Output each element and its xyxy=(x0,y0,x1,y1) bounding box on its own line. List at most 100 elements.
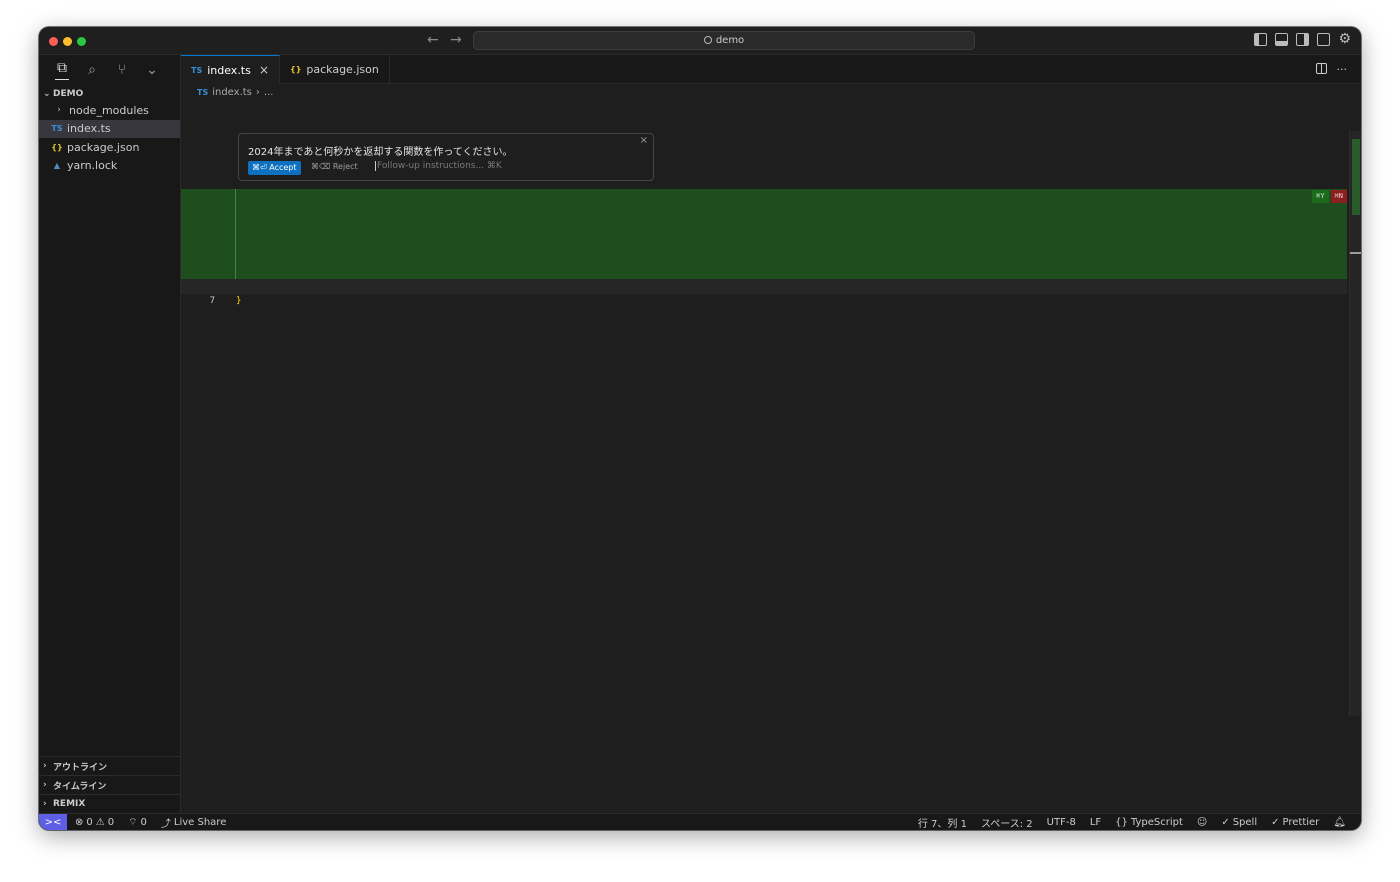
sidebar-bottom-sections: › アウトライン › タイムライン › REMIX xyxy=(39,756,180,813)
close-window-button[interactable] xyxy=(49,37,58,46)
explorer-root-label: DEMO xyxy=(53,88,84,99)
timeline-section[interactable]: › タイムライン xyxy=(39,775,180,794)
code-line: 6 } xyxy=(181,264,1347,306)
tree-item-package-json[interactable]: {} package.json xyxy=(39,138,180,157)
cursor-position[interactable]: 行 7、列 1 xyxy=(911,815,974,830)
section-label: タイムライン xyxy=(53,781,107,792)
tab-bar: TS index.ts × {} package.json ··· xyxy=(181,55,1361,84)
line-number: 7 xyxy=(209,296,215,306)
json-file-icon: {} xyxy=(290,65,302,74)
broadcast-icon: ⌔ xyxy=(128,816,138,828)
language-label: TypeScript xyxy=(1130,816,1183,828)
breadcrumb-rest[interactable]: ... xyxy=(264,87,274,98)
maximize-window-button[interactable] xyxy=(77,37,86,46)
minimize-window-button[interactable] xyxy=(63,37,72,46)
scrollbar-diff-marker xyxy=(1352,139,1360,215)
chevron-right-icon: › xyxy=(57,105,61,116)
live-share-icon: ⤴ xyxy=(160,818,171,830)
split-editor-icon[interactable] xyxy=(1315,63,1327,74)
copilot-icon[interactable]: ☺ xyxy=(1190,817,1214,828)
tree-item-label: index.ts xyxy=(67,122,111,136)
more-actions-icon[interactable]: ··· xyxy=(1337,63,1348,76)
toggle-primary-sidebar-icon[interactable] xyxy=(1254,33,1268,46)
tab-index-ts[interactable]: TS index.ts × xyxy=(181,55,280,84)
toggle-panel-icon[interactable] xyxy=(1275,33,1289,46)
close-icon[interactable]: × xyxy=(640,135,648,146)
code-line: 2 const now = new Date(); xyxy=(181,204,1347,249)
spell-check[interactable]: ✓ Spell xyxy=(1214,817,1264,828)
tree-item-label: node_modules xyxy=(69,103,149,117)
warning-count: 0 xyxy=(107,816,115,828)
scrollbar-cursor-marker xyxy=(1350,252,1361,254)
problems-indicator[interactable]: ⊗ 0 ⚠ 0 xyxy=(67,817,121,828)
reject-diff-button[interactable]: ⌘N xyxy=(1330,190,1347,203)
warning-icon: ⚠ xyxy=(95,816,105,828)
accept-diff-button[interactable]: ⌘Y xyxy=(1312,190,1329,203)
language-mode[interactable]: {} TypeScript xyxy=(1108,817,1190,828)
end-of-line[interactable]: LF xyxy=(1083,817,1108,828)
status-bar: >< ⊗ 0 ⚠ 0 ⌔ 0 ⤴ Live Share 行 7、列 1 スペース: 2 … xyxy=(39,813,1361,830)
section-label: REMIX xyxy=(53,799,86,809)
braces-icon: {} xyxy=(1115,816,1128,828)
remix-section[interactable]: › REMIX xyxy=(39,794,180,813)
followup-input[interactable]: Follow-up instructions... ⌘K xyxy=(375,161,502,171)
section-label: アウトライン xyxy=(53,762,108,773)
status-bar-right: 行 7、列 1 スペース: 2 UTF-8 LF {} TypeScript ☺ … xyxy=(911,815,1361,830)
check-icon: ✓ xyxy=(1221,816,1230,828)
outline-section[interactable]: › アウトライン xyxy=(39,756,180,775)
ports-count: 0 xyxy=(140,816,147,828)
tab-package-json[interactable]: {} package.json xyxy=(280,55,390,84)
source-control-icon[interactable]: ⑂ xyxy=(115,62,129,78)
code-line: 1 const secondsUntil2024 = () => { ⌘Y ⌘N xyxy=(181,189,1347,231)
breadcrumb-file[interactable]: index.ts xyxy=(212,87,252,98)
activity-bar: ⧉ ⌕ ⑂ ⌄ xyxy=(39,55,180,85)
tab-label: package.json xyxy=(306,63,379,76)
toggle-secondary-sidebar-icon[interactable] xyxy=(1296,33,1310,46)
tree-item-index-ts[interactable]: TS index.ts xyxy=(39,119,180,138)
tree-item-yarn-lock[interactable]: ▲ yarn.lock xyxy=(39,157,180,176)
code-editor[interactable]: 1 const secondsUntil2024 = () => { ⌘Y ⌘N… xyxy=(181,189,1347,306)
chevron-right-icon: › xyxy=(255,87,260,98)
editor-area: TS index.ts × {} package.json ··· TS ind… xyxy=(181,55,1361,813)
chevron-down-icon[interactable]: ⌄ xyxy=(145,62,159,78)
accept-button[interactable]: ⌘⏎ Accept xyxy=(248,161,301,175)
json-file-icon: {} xyxy=(51,142,63,152)
inline-chat-widget: 2024年まであと何秒かを返却する関数を作ってください。 × ⌘⏎ Accept… xyxy=(238,133,654,181)
ports-indicator[interactable]: ⌔ 0 xyxy=(121,816,154,829)
inline-chat-prompt: 2024年まであと何秒かを返却する関数を作ってください。 xyxy=(248,147,513,158)
encoding[interactable]: UTF-8 xyxy=(1040,817,1083,828)
double-check-icon: ✓ xyxy=(1271,816,1280,828)
explorer-icon[interactable]: ⧉ xyxy=(55,60,69,80)
live-share-button[interactable]: ⤴ Live Share xyxy=(154,815,233,830)
customize-layout-icon[interactable] xyxy=(1317,33,1331,46)
search-icon[interactable]: ⌕ xyxy=(85,62,99,78)
workspace-title: demo xyxy=(715,35,745,46)
search-icon xyxy=(703,36,712,44)
bell-icon[interactable]: 🔔︎ xyxy=(1326,817,1353,828)
remote-indicator[interactable]: >< xyxy=(39,813,67,830)
tree-item-node-modules[interactable]: › node_modules xyxy=(39,101,180,120)
tree-item-label: package.json xyxy=(67,140,140,154)
back-arrow-icon[interactable]: ← xyxy=(427,32,439,48)
code-line: 3 const year2024 = new Date('2024-01-01T… xyxy=(181,219,1347,264)
vertical-scrollbar[interactable] xyxy=(1349,131,1361,716)
chevron-right-icon: › xyxy=(43,780,47,790)
close-icon[interactable]: × xyxy=(259,63,269,77)
code-line: 7 xyxy=(181,279,1347,306)
error-icon: ⊗ xyxy=(75,816,84,828)
gear-icon[interactable]: ⚙ xyxy=(1338,32,1351,46)
prettier-status[interactable]: ✓ Prettier xyxy=(1264,817,1326,828)
tree-item-label: yarn.lock xyxy=(67,159,118,173)
prettier-label: Prettier xyxy=(1282,816,1320,828)
indentation[interactable]: スペース: 2 xyxy=(974,815,1040,830)
typescript-file-icon: TS xyxy=(51,124,63,134)
explorer-root[interactable]: ⌄ DEMO xyxy=(39,86,180,101)
layout-controls: ⚙ xyxy=(1254,32,1351,46)
typescript-file-icon: TS xyxy=(197,88,209,97)
code-text: } xyxy=(236,296,242,306)
forward-arrow-icon[interactable]: → xyxy=(450,32,462,48)
reject-button[interactable]: ⌘⌫ Reject xyxy=(311,162,358,171)
error-count: 0 xyxy=(86,816,93,828)
command-center[interactable]: demo xyxy=(473,31,975,50)
vscode-window: ← → demo ⚙ ⧉ ⌕ ⑂ ⌄ ⌄ DEMO › node_modules xyxy=(39,27,1361,830)
